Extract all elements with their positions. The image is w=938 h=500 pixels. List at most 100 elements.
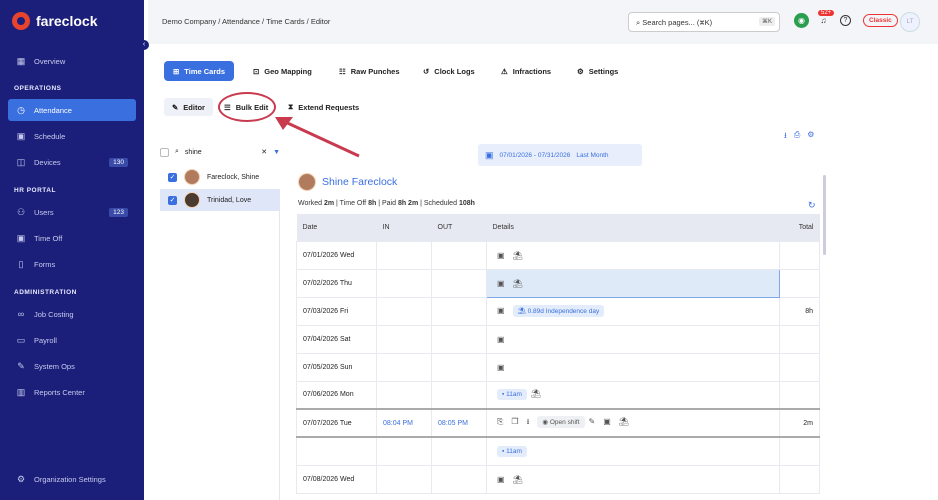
in-cell[interactable]: [376, 240, 432, 270]
edit-icon[interactable]: ✎: [589, 417, 596, 426]
details-cell[interactable]: ▪ 11am ⛱: [486, 380, 780, 410]
out-cell[interactable]: [431, 296, 487, 326]
table-row[interactable]: 07/02/2026 Thu ▣ ⛱: [296, 268, 820, 298]
user-search-input[interactable]: shine: [185, 149, 255, 156]
search-input[interactable]: ⌕ Search pages... (⌘K) ⌘K: [628, 12, 780, 32]
tab-time-cards[interactable]: ⊞ Time Cards: [164, 61, 235, 81]
collapse-sidebar-icon[interactable]: ‹: [139, 40, 149, 50]
details-cell[interactable]: ▪ 11am: [486, 436, 780, 466]
classic-toggle-button[interactable]: Classic: [863, 14, 898, 27]
person-checkbox[interactable]: ✓: [168, 172, 177, 182]
sidebar-item-time-off[interactable]: ▣ Time Off: [8, 227, 136, 249]
shift-chip[interactable]: ▪ 11am: [497, 389, 527, 401]
calendar-icon[interactable]: ▣: [497, 279, 505, 288]
out-cell[interactable]: [431, 436, 487, 466]
sidebar-item-overview[interactable]: ▦ Overview: [8, 50, 136, 72]
user-avatar[interactable]: LT: [900, 12, 920, 32]
sidebar-item-schedule[interactable]: ▣ Schedule: [8, 125, 136, 147]
table-row[interactable]: 07/01/2026 Wed ▣ ⛱: [296, 240, 820, 270]
in-cell[interactable]: [376, 268, 432, 298]
clear-icon[interactable]: ✕: [261, 148, 267, 156]
calendar-icon[interactable]: ▣: [497, 306, 505, 315]
sidebar-item-reports-center[interactable]: ▥ Reports Center: [8, 381, 136, 403]
download-icon[interactable]: ⭳: [784, 130, 787, 144]
details-cell[interactable]: ▣: [486, 352, 780, 382]
table-row[interactable]: 07/03/2026 Fri ▣ ⛱ 0.89d Independence day…: [296, 296, 820, 326]
calendar-icon[interactable]: ▣: [603, 417, 611, 426]
subtab-editor[interactable]: ✎ Editor: [164, 98, 213, 116]
out-cell[interactable]: [431, 380, 487, 410]
date-range-picker[interactable]: ▣ 07/01/2026 - 07/31/2026 Last Month: [478, 144, 642, 166]
out-cell[interactable]: [431, 464, 487, 494]
time-off-chip[interactable]: ⛱ 0.89d Independence day: [512, 305, 605, 317]
in-cell[interactable]: [376, 324, 432, 354]
in-cell[interactable]: 08:04 PM: [376, 408, 432, 438]
sidebar-item-organization-settings[interactable]: ⚙ Organization Settings: [8, 468, 136, 490]
table-row[interactable]: 07/04/2026 Sat ▣: [296, 324, 820, 354]
details-cell[interactable]: ▣ ⛱ 0.89d Independence day: [486, 296, 780, 326]
beach-icon[interactable]: ⛱: [513, 251, 523, 260]
details-cell[interactable]: ▣: [486, 324, 780, 354]
out-cell[interactable]: [431, 352, 487, 382]
table-row[interactable]: 07/05/2026 Sun ▣: [296, 352, 820, 382]
out-cell[interactable]: [431, 324, 487, 354]
details-cell[interactable]: ▣ ⛱: [486, 464, 780, 494]
out-cell[interactable]: 08:05 PM: [431, 408, 487, 438]
sidebar-item-users[interactable]: ⚇ Users 123: [8, 201, 136, 223]
select-all-checkbox[interactable]: [160, 147, 169, 157]
beach-icon[interactable]: ⛱: [513, 279, 523, 288]
table-row[interactable]: 07/08/2026 Wed ▣ ⛱: [296, 464, 820, 494]
refresh-icon[interactable]: ↻: [808, 200, 816, 211]
section-operations: OPERATIONS: [14, 85, 62, 92]
tab-label: Infractions: [512, 66, 552, 76]
details-cell[interactable]: ▣ ⛱: [486, 240, 780, 270]
breadcrumb[interactable]: Demo Company / Attendance / Time Cards /…: [162, 17, 330, 26]
out-cell[interactable]: [431, 268, 487, 298]
print-icon[interactable]: ⎙: [794, 130, 800, 144]
in-cell[interactable]: [376, 380, 432, 410]
sidebar-item-system-ops[interactable]: ✎ System Ops: [8, 355, 136, 377]
shift-chip[interactable]: ▪ 11am: [497, 445, 527, 457]
brand-logo[interactable]: fareclock: [12, 12, 97, 30]
punch-icon[interactable]: ⭳: [527, 416, 530, 430]
in-cell[interactable]: [376, 436, 432, 466]
tab-infractions[interactable]: ⚠ Infractions: [492, 61, 560, 81]
help-icon[interactable]: ?: [840, 15, 851, 26]
details-cell[interactable]: ▣ ⛱: [486, 268, 780, 298]
tab-clock-logs[interactable]: ↺ Clock Logs: [414, 61, 484, 81]
calendar-icon[interactable]: ▣: [497, 335, 505, 344]
sidebar-item-forms[interactable]: ▯ Forms: [8, 253, 136, 275]
in-cell[interactable]: [376, 352, 432, 382]
filter-icon[interactable]: ▼: [273, 149, 280, 156]
open-shift-chip[interactable]: ◉ Open shift: [537, 416, 585, 428]
list-item[interactable]: ✓ Fareclock, Shine: [160, 166, 280, 188]
in-cell[interactable]: [376, 296, 432, 326]
out-cell[interactable]: [431, 240, 487, 270]
note-icon[interactable]: ⎘: [497, 417, 503, 427]
sidebar-item-payroll[interactable]: ▭ Payroll: [8, 329, 136, 351]
beach-icon[interactable]: ⛱: [531, 389, 541, 398]
sidebar-item-devices[interactable]: ◫ Devices 130: [8, 151, 136, 173]
sidebar-item-job-costing[interactable]: ∞ Job Costing: [8, 303, 136, 325]
tab-raw-punches[interactable]: ☷ Raw Punches: [330, 61, 409, 81]
settings-icon[interactable]: ⚙: [807, 130, 814, 144]
sidebar-item-attendance[interactable]: ◷ Attendance: [8, 99, 136, 121]
person-checkbox[interactable]: ✓: [168, 195, 177, 205]
calendar-icon[interactable]: ▣: [497, 363, 505, 372]
employee-name[interactable]: Shine Fareclock: [322, 176, 397, 188]
details-cell[interactable]: ⎘ ❐ ⭳ ◉ Open shift ✎ ▣ ⛱: [486, 408, 780, 438]
in-cell[interactable]: [376, 464, 432, 494]
calendar-icon[interactable]: ▣: [497, 251, 505, 260]
list-item[interactable]: ✓ Trinidad, Love: [160, 189, 280, 211]
tab-settings[interactable]: ⚙ Settings: [568, 61, 627, 81]
table-row[interactable]: ▪ 11am: [296, 436, 820, 466]
beach-icon[interactable]: ⛱: [619, 417, 629, 426]
tab-geo-mapping[interactable]: ⊡ Geo Mapping: [244, 61, 321, 81]
table-row[interactable]: 07/06/2026 Mon ▪ 11am ⛱: [296, 380, 820, 410]
calendar-icon[interactable]: ▣: [497, 475, 505, 484]
table-row[interactable]: 07/07/2026 Tue 08:04 PM 08:05 PM ⎘ ❐ ⭳ ◉ Op…: [296, 408, 820, 438]
scrollbar[interactable]: [823, 175, 826, 255]
copy-icon[interactable]: ❐: [511, 417, 518, 426]
beach-icon[interactable]: ⛱: [513, 475, 523, 484]
status-icon[interactable]: ◉: [794, 13, 809, 28]
